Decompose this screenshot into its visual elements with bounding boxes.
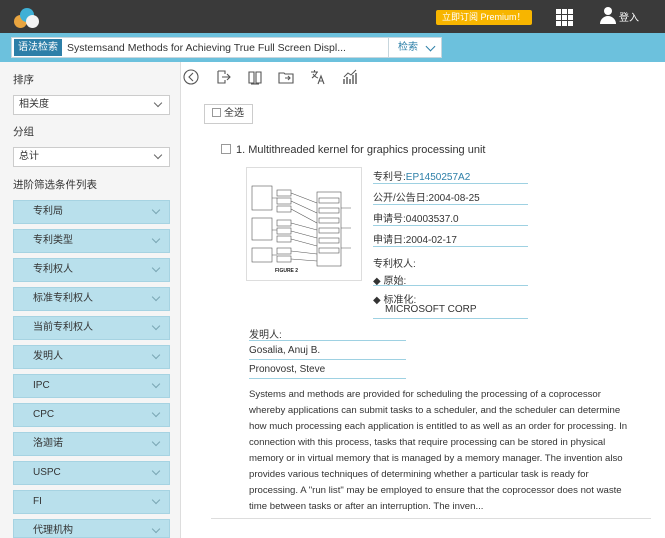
book-icon[interactable]	[247, 69, 263, 85]
facet-label: IPC	[33, 380, 50, 391]
top-header: 立即订阅 Premium！ 登入	[0, 0, 665, 33]
divider	[373, 246, 528, 247]
assignee-name[interactable]: MICROSOFT CORP	[385, 304, 476, 315]
checkbox[interactable]	[212, 108, 221, 117]
chevron-down-icon	[153, 150, 163, 160]
inventor-name[interactable]: Gosalia, Anuj B.	[249, 345, 320, 356]
chevron-down-icon	[151, 379, 161, 389]
facet-locarno[interactable]: 洛迦诺	[13, 432, 170, 456]
result-checkbox[interactable]	[221, 144, 231, 154]
chevron-down-icon	[151, 263, 161, 273]
application-date: 申请日:2004-02-17	[373, 235, 457, 246]
sort-value: 相关度	[19, 99, 49, 110]
facet-agency[interactable]: 代理机构	[13, 519, 170, 538]
analytics-chart-icon[interactable]	[342, 69, 358, 85]
chevron-down-icon	[151, 437, 161, 447]
inventor-name[interactable]: Pronovost, Steve	[249, 364, 325, 375]
chevron-down-icon	[151, 466, 161, 476]
collapse-sidebar-icon[interactable]	[183, 69, 199, 85]
facet-label: 专利局	[33, 206, 63, 217]
application-number: 申请号:04003537.0	[373, 214, 459, 225]
facet-label: 当前专利权人	[33, 322, 93, 333]
facet-label: 专利类型	[33, 235, 73, 246]
chevron-down-icon	[151, 292, 161, 302]
inventor-label: 发明人:	[249, 330, 282, 341]
search-button-label: 检索	[398, 42, 418, 53]
translate-icon[interactable]	[310, 69, 326, 85]
facet-label: CPC	[33, 409, 55, 420]
search-mode-tag[interactable]: 语法检索	[14, 39, 62, 56]
facet-label: USPC	[33, 467, 61, 478]
facet-assignee[interactable]: 专利权人	[13, 258, 170, 282]
chevron-down-icon	[425, 41, 436, 52]
patent-number-link[interactable]: EP1450257A2	[406, 172, 471, 183]
facet-inventor[interactable]: 发明人	[13, 345, 170, 369]
facet-uspc[interactable]: USPC	[13, 461, 170, 485]
group-value: 总计	[19, 151, 39, 162]
chevron-down-icon	[151, 234, 161, 244]
divider	[373, 225, 528, 226]
chevron-down-icon	[151, 350, 161, 360]
divider	[373, 285, 528, 286]
chevron-down-icon	[151, 524, 161, 534]
group-select[interactable]: 总计	[13, 147, 170, 167]
search-input[interactable]: 语法检索 Systemsand Methods for Achieving Tr…	[11, 37, 389, 58]
export-icon[interactable]	[215, 69, 231, 85]
facet-label: 代理机构	[33, 525, 73, 536]
facet-fi[interactable]: FI	[13, 490, 170, 514]
search-button[interactable]: 检索	[389, 37, 442, 58]
chevron-down-icon	[153, 98, 163, 108]
facet-current-assignee[interactable]: 当前专利权人	[13, 316, 170, 340]
result-title-text[interactable]: 1. Multithreaded kernel for graphics pro…	[236, 144, 485, 156]
result-title[interactable]: 1. Multithreaded kernel for graphics pro…	[221, 144, 485, 156]
chevron-down-icon	[151, 408, 161, 418]
logo[interactable]	[14, 6, 40, 28]
patent-figure-thumbnail[interactable]: FIGURE 2	[246, 167, 362, 281]
abstract-text: Systems and methods are provided for sch…	[249, 389, 628, 512]
login-label: 登入	[619, 12, 639, 24]
chevron-down-icon	[151, 205, 161, 215]
result-toolbar	[181, 62, 665, 92]
facet-standard-assignee[interactable]: 标准专利权人	[13, 287, 170, 311]
facet-label: 专利权人	[33, 264, 73, 275]
patent-number-label: 专利号:	[373, 172, 406, 183]
facet-label: 标准专利权人	[33, 293, 93, 304]
facet-label: FI	[33, 496, 42, 507]
patent-drawing: FIGURE 2	[251, 185, 351, 274]
select-all-button[interactable]: 全选	[204, 104, 253, 124]
filter-list-label: 进阶筛选条件列表	[13, 179, 97, 191]
apps-grid-icon[interactable]	[556, 9, 573, 26]
chevron-down-icon	[151, 495, 161, 505]
select-all-label: 全选	[224, 108, 244, 119]
facet-ipc[interactable]: IPC	[13, 374, 170, 398]
search-query[interactable]: Systemsand Methods for Achieving True Fu…	[67, 42, 346, 54]
chevron-down-icon	[151, 321, 161, 331]
divider	[373, 183, 528, 184]
divider	[249, 340, 406, 341]
save-to-folder-icon[interactable]	[278, 69, 294, 85]
patent-number: 专利号:EP1450257A2	[373, 168, 470, 183]
facet-label: 发明人	[33, 351, 63, 362]
divider	[249, 378, 406, 379]
user-icon	[600, 7, 616, 25]
login-button[interactable]: 登入	[600, 7, 639, 25]
divider	[211, 518, 651, 519]
assignee-label: 专利权人:	[373, 259, 416, 270]
facet-patent-type[interactable]: 专利类型	[13, 229, 170, 253]
facet-patent-office[interactable]: 专利局	[13, 200, 170, 224]
divider	[373, 318, 528, 319]
divider	[249, 359, 406, 360]
group-label: 分组	[13, 126, 34, 138]
sort-label: 排序	[13, 74, 34, 86]
figure-caption: FIGURE 2	[275, 268, 298, 274]
facet-cpc[interactable]: CPC	[13, 403, 170, 427]
sort-select[interactable]: 相关度	[13, 95, 170, 115]
search-bar: 语法检索 Systemsand Methods for Achieving Tr…	[0, 33, 665, 62]
divider	[373, 204, 528, 205]
facet-label: 洛迦诺	[33, 438, 63, 449]
premium-subscribe-button[interactable]: 立即订阅 Premium！	[436, 10, 532, 25]
publication-date: 公开/公告日:2004-08-25	[373, 193, 480, 204]
